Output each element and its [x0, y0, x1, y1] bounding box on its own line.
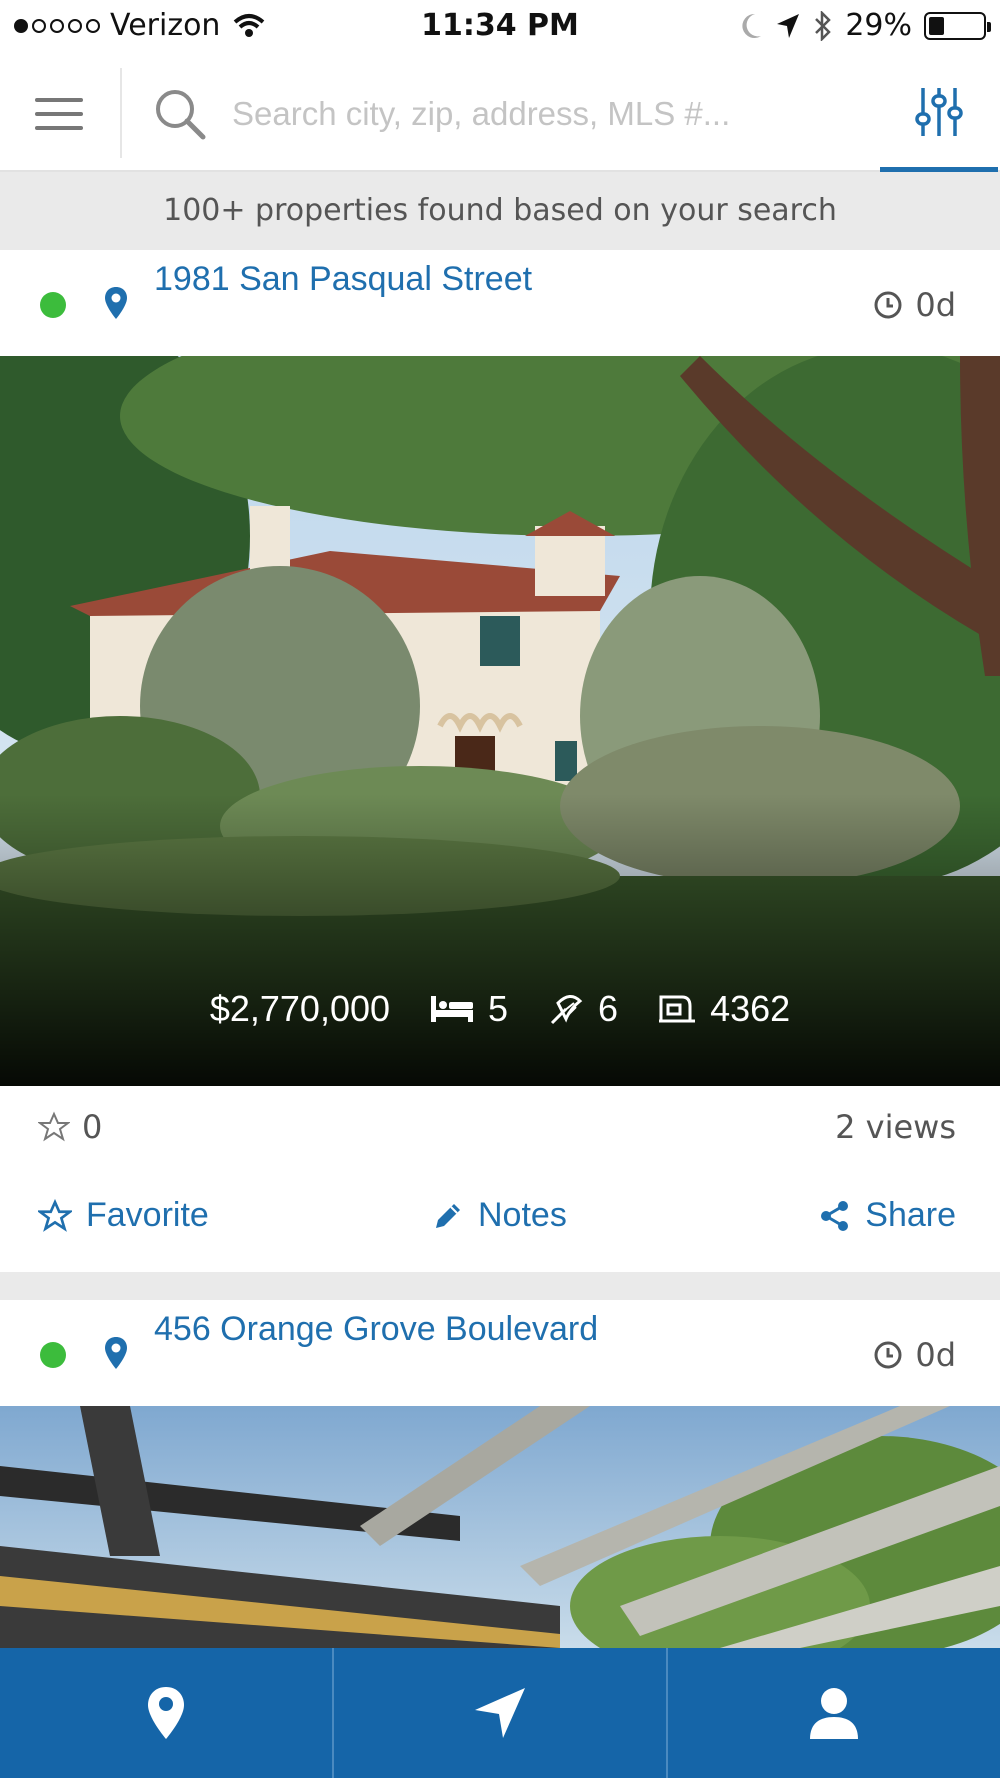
views-count: 2 views — [835, 1108, 956, 1146]
star-icon — [38, 1198, 72, 1232]
listing-price: $2,770,000 — [209, 988, 391, 1029]
clock-icon — [874, 1341, 902, 1369]
listing-age-value: 0d — [915, 286, 956, 324]
results-count-banner: 100+ properties found based on your sear… — [0, 172, 1000, 250]
listing-card: 456 Orange Grove Boulevard 0d — [0, 1300, 1000, 1648]
pergola-photo — [0, 1406, 1000, 1648]
beds-count: 5 — [488, 988, 509, 1029]
nav-profile-button[interactable] — [668, 1648, 1000, 1778]
battery-percent: 29% — [845, 8, 912, 43]
listing-age: 0d — [873, 1336, 956, 1374]
moon-icon — [742, 13, 762, 38]
favorite-button[interactable]: Favorite — [38, 1196, 209, 1235]
navigation-arrow-icon — [475, 1688, 525, 1738]
listing-age: 0d — [873, 286, 956, 324]
favorite-count-value: 0 — [82, 1108, 103, 1146]
favorite-count: 0 — [38, 1108, 102, 1146]
listing-card: 1981 San Pasqual Street 0d $2,770,000 5 … — [0, 250, 1000, 1286]
sqft-value: 4362 — [710, 988, 791, 1029]
location-arrow-icon — [777, 13, 800, 38]
listing-address-link[interactable]: 1981 San Pasqual Street — [154, 260, 532, 299]
nav-map-button[interactable] — [0, 1648, 334, 1778]
map-pin-icon — [105, 287, 127, 319]
battery-icon — [924, 11, 991, 40]
map-pin-icon — [105, 1337, 127, 1369]
listing-actions: Favorite Notes Share — [0, 1166, 1000, 1286]
sqft-stat: 4362 — [658, 988, 790, 1030]
area-icon — [659, 995, 696, 1023]
notes-button[interactable]: Notes — [432, 1196, 567, 1235]
listing-stats: $2,770,000 5 6 4362 — [0, 988, 1000, 1030]
search-input[interactable] — [232, 86, 832, 142]
hamburger-menu-button[interactable] — [22, 84, 96, 144]
search-header — [0, 56, 1000, 172]
active-status-dot — [40, 1342, 66, 1368]
listing-header: 456 Orange Grove Boulevard 0d — [0, 1300, 1000, 1406]
nav-directions-button[interactable] — [334, 1648, 668, 1778]
active-status-dot — [40, 292, 66, 318]
divider — [120, 68, 122, 158]
share-icon — [821, 1200, 849, 1231]
listing-age-value: 0d — [915, 1336, 956, 1374]
listing-photo[interactable] — [0, 1406, 1000, 1648]
favorite-label: Favorite — [86, 1196, 209, 1234]
beds-stat: 5 — [430, 988, 508, 1030]
search-icon — [156, 90, 206, 140]
notes-label: Notes — [478, 1196, 567, 1234]
pencil-icon — [436, 1203, 460, 1228]
bed-icon — [431, 996, 474, 1022]
listing-meta: 0 2 views — [0, 1086, 1000, 1166]
status-bar: Verizon 11:34 PM 29% — [0, 0, 1000, 54]
map-pin-icon — [148, 1687, 184, 1739]
baths-stat: 6 — [548, 988, 618, 1030]
bluetooth-icon — [815, 10, 832, 41]
bottom-nav — [0, 1648, 1000, 1778]
user-icon — [810, 1688, 858, 1739]
card-divider — [0, 1272, 1000, 1300]
shower-icon — [550, 995, 583, 1025]
clock-icon — [874, 291, 902, 319]
share-button[interactable]: Share — [819, 1196, 956, 1235]
star-outline-icon — [38, 1111, 70, 1142]
sliders-icon — [915, 87, 963, 136]
filter-button[interactable] — [880, 56, 998, 172]
baths-count: 6 — [598, 988, 619, 1029]
listing-header: 1981 San Pasqual Street 0d — [0, 250, 1000, 356]
house-photo — [0, 356, 1000, 1086]
listing-address-link[interactable]: 456 Orange Grove Boulevard — [154, 1310, 598, 1349]
listing-photo[interactable]: $2,770,000 5 6 4362 — [0, 356, 1000, 1086]
share-label: Share — [865, 1196, 956, 1234]
